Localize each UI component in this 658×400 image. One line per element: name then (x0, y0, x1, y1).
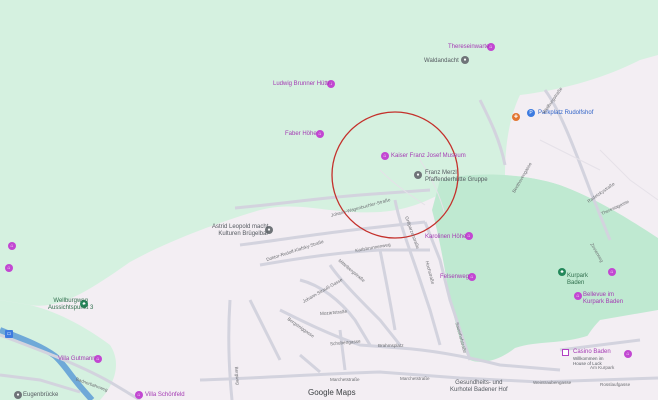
poi-kurpark-baden[interactable]: Kurpark Baden (567, 273, 588, 287)
poi-waldandacht[interactable]: Waldandacht (424, 58, 459, 65)
casino-icon[interactable] (562, 349, 569, 356)
poi-kaiser-franz-josef-museum[interactable]: Kaiser Franz Josef Museum (391, 153, 466, 160)
poi-eugenbrucke[interactable]: Eugenbrücke (23, 392, 58, 399)
poi-wellburgweg[interactable]: Wellburgweg Aussichtspunkt 3 (48, 298, 93, 312)
poi-karolinen-hohe[interactable]: Karolinen Höhe (425, 234, 466, 241)
poi-felsenweg[interactable]: Felsenweg (440, 274, 469, 281)
map-canvas[interactable] (0, 0, 658, 400)
place-icon[interactable]: ● (414, 171, 422, 179)
place-icon[interactable]: ● (461, 56, 469, 64)
museum-icon[interactable]: ⌂ (316, 130, 324, 138)
street-marchetstrasse-1: Marchetstraße (330, 377, 360, 382)
museum-icon[interactable]: ⌂ (135, 391, 143, 399)
museum-icon[interactable]: ⌂ (574, 292, 582, 300)
poi-faber-hohe[interactable]: Faber Höhe (285, 131, 317, 138)
food-icon[interactable]: ✚ (512, 113, 520, 121)
poi-thereseinwarte[interactable]: Thereseinwarte (448, 44, 489, 51)
museum-icon[interactable]: ⌂ (8, 242, 16, 250)
poi-casino-baden[interactable]: Casino Baden (573, 349, 611, 356)
museum-icon[interactable]: ⌂ (468, 273, 476, 281)
poi-villa-schonfeld[interactable]: Villa Schönfeld (145, 392, 185, 399)
poi-gesundheits[interactable]: Gesundheits- und Kurhotel Badener Hof (450, 380, 508, 394)
poi-ludwig-brunner-hutte[interactable]: Ludwig Brunner Hütte (273, 81, 331, 88)
street-rosslaufgasse: Rosslaufgasse (600, 382, 631, 387)
park-icon[interactable]: ♣ (558, 268, 566, 276)
street-am-kurpark: Am Kurpark (590, 365, 615, 370)
museum-icon[interactable]: ⌂ (608, 268, 616, 276)
transit-icon[interactable]: ▭ (5, 330, 13, 338)
poi-bellevue[interactable]: Bellevue im Kurpark Baden (583, 292, 623, 306)
poi-astrid-leopold[interactable]: Astrid Leopold macht Kulturen Brügelbar (212, 224, 268, 238)
street-brahmsplatz: Brahmsplatz (378, 343, 404, 348)
google-maps-logo: Google Maps (308, 388, 356, 397)
parking-icon[interactable]: P (527, 109, 535, 117)
poi-villa-gutmann[interactable]: Villa Gutmann (58, 356, 96, 363)
museum-icon[interactable]: ⌂ (5, 264, 13, 272)
poi-franz-merzl[interactable]: Franz Merzl Pfaffenderhütte Gruppe (425, 170, 488, 184)
place-icon[interactable]: ● (14, 391, 22, 399)
street-weintraubengasse: Weintraubengasse (533, 380, 572, 385)
street-marchetstrasse-2: Marchetstraße (400, 376, 430, 381)
museum-icon[interactable]: ⌂ (381, 152, 389, 160)
museum-icon[interactable]: ⌂ (624, 350, 632, 358)
